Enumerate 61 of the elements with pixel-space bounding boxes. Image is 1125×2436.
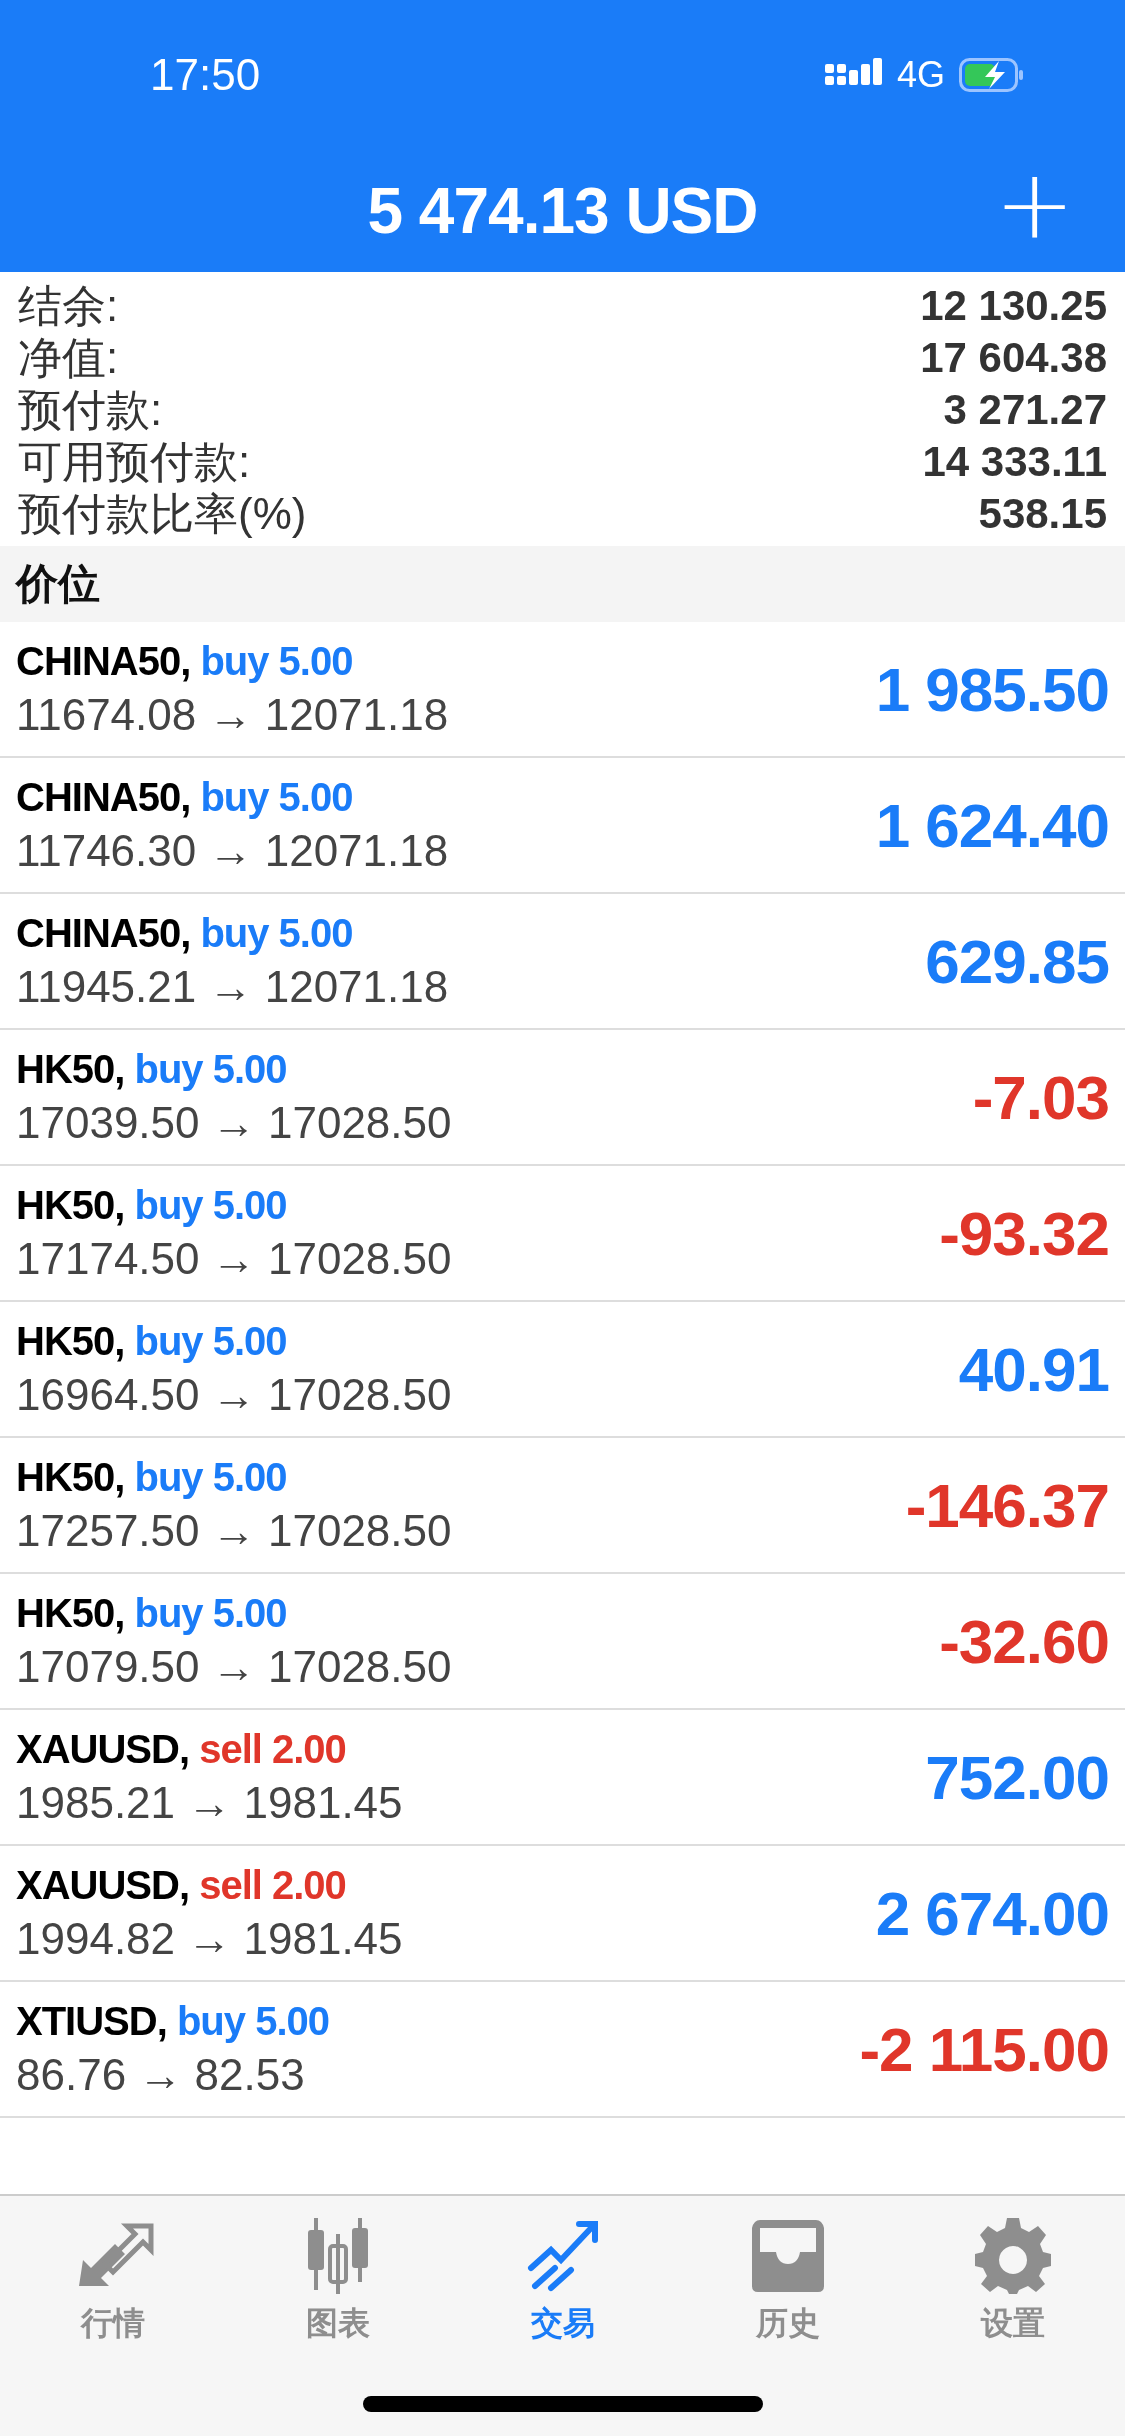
position-title: HK50, buy 5.00 xyxy=(16,1590,288,1636)
position-prices: 17079.50 → 17028.50 xyxy=(16,1641,452,1692)
position-title: HK50, buy 5.00 xyxy=(16,1318,288,1364)
position-profit: 752.00 xyxy=(925,1741,1109,1813)
position-profit: -7.03 xyxy=(972,1061,1109,1133)
position-prices: 17257.50 → 17028.50 xyxy=(16,1505,452,1556)
position-prices: 17174.50 → 17028.50 xyxy=(16,1233,452,1284)
summary-label: 结余: xyxy=(18,279,119,332)
position-row[interactable]: HK50, buy 5.00 17257.50 → 17028.50 -146.37 xyxy=(0,1438,1125,1574)
status-time: 17:50 xyxy=(150,50,261,100)
position-row[interactable]: HK50, buy 5.00 17079.50 → 17028.50 -32.60 xyxy=(0,1574,1125,1710)
position-profit: -2 115.00 xyxy=(859,2013,1109,2085)
position-title: CHINA50, buy 5.00 xyxy=(16,638,354,684)
position-profit: 629.85 xyxy=(925,925,1109,997)
summary-label: 预付款比率(%) xyxy=(18,487,307,540)
summary-value: 538.15 xyxy=(978,490,1107,538)
position-title: XTIUSD, buy 5.00 xyxy=(16,1998,329,2044)
summary-label: 可用预付款: xyxy=(18,435,251,488)
battery-icon xyxy=(959,58,1025,92)
position-row[interactable]: CHINA50, buy 5.00 11746.30 → 12071.18 1 624.40 xyxy=(0,758,1125,894)
position-prices: 1994.82 → 1981.45 xyxy=(16,1913,403,1964)
position-row[interactable]: XTIUSD, buy 5.00 86.76 → 82.53 -2 115.00 xyxy=(0,1982,1125,2118)
position-title: HK50, buy 5.00 xyxy=(16,1046,288,1092)
position-row[interactable]: HK50, buy 5.00 17174.50 → 17028.50 -93.32 xyxy=(0,1166,1125,1302)
position-title: HK50, buy 5.00 xyxy=(16,1182,288,1228)
position-title: XAUUSD, sell 2.00 xyxy=(16,1726,347,1772)
position-title: CHINA50, buy 5.00 xyxy=(16,774,354,820)
position-prices: 16964.50 → 17028.50 xyxy=(16,1369,452,1420)
section-header: 价位 xyxy=(0,546,1125,622)
summary-value: 3 271.27 xyxy=(943,386,1107,434)
position-profit: 1 624.40 xyxy=(875,789,1109,861)
summary-value: 17 604.38 xyxy=(920,334,1107,382)
position-profit: -93.32 xyxy=(939,1197,1109,1269)
position-profit: 40.91 xyxy=(958,1333,1109,1405)
position-row[interactable]: CHINA50, buy 5.00 11674.08 → 12071.18 1 985.50 xyxy=(0,622,1125,758)
position-row[interactable]: HK50, buy 5.00 17039.50 → 17028.50 -7.03 xyxy=(0,1030,1125,1166)
position-row[interactable]: XAUUSD, sell 2.00 1985.21 → 1981.45 752.00 xyxy=(0,1710,1125,1846)
position-title: XAUUSD, sell 2.00 xyxy=(16,1862,347,1908)
summary-value: 14 333.11 xyxy=(922,438,1107,486)
position-row[interactable]: CHINA50, buy 5.00 11945.21 → 12071.18 629.85 xyxy=(0,894,1125,1030)
summary-value: 12 130.25 xyxy=(920,282,1107,330)
position-prices: 11746.30 → 12071.18 xyxy=(16,825,449,876)
summary-label: 预付款: xyxy=(18,383,163,436)
position-title: HK50, buy 5.00 xyxy=(16,1454,288,1500)
position-prices: 86.76 → 82.53 xyxy=(16,2049,306,2100)
position-prices: 11674.08 → 12071.18 xyxy=(16,689,449,740)
tab-item[interactable]: 交易 xyxy=(462,2214,663,2346)
position-title: CHINA50, buy 5.00 xyxy=(16,910,354,956)
balance-title: 5 474.13 USD xyxy=(367,174,758,248)
position-profit: -32.60 xyxy=(939,1605,1109,1677)
position-prices: 1985.21 → 1981.45 xyxy=(16,1777,403,1828)
position-row[interactable]: XAUUSD, sell 2.00 1994.82 → 1981.45 2 674.00 xyxy=(0,1846,1125,1982)
position-row[interactable]: HK50, buy 5.00 16964.50 → 17028.50 40.91 xyxy=(0,1302,1125,1438)
summary-label: 净值: xyxy=(18,331,119,384)
position-profit: 2 674.00 xyxy=(875,1877,1109,1949)
position-prices: 17039.50 → 17028.50 xyxy=(16,1097,452,1148)
position-profit: 1 985.50 xyxy=(875,653,1109,725)
network-label: 4G xyxy=(896,54,945,96)
position-prices: 11945.21 → 12071.18 xyxy=(16,961,449,1012)
position-profit: -146.37 xyxy=(905,1469,1109,1541)
add-button[interactable]: + xyxy=(994,156,1075,252)
